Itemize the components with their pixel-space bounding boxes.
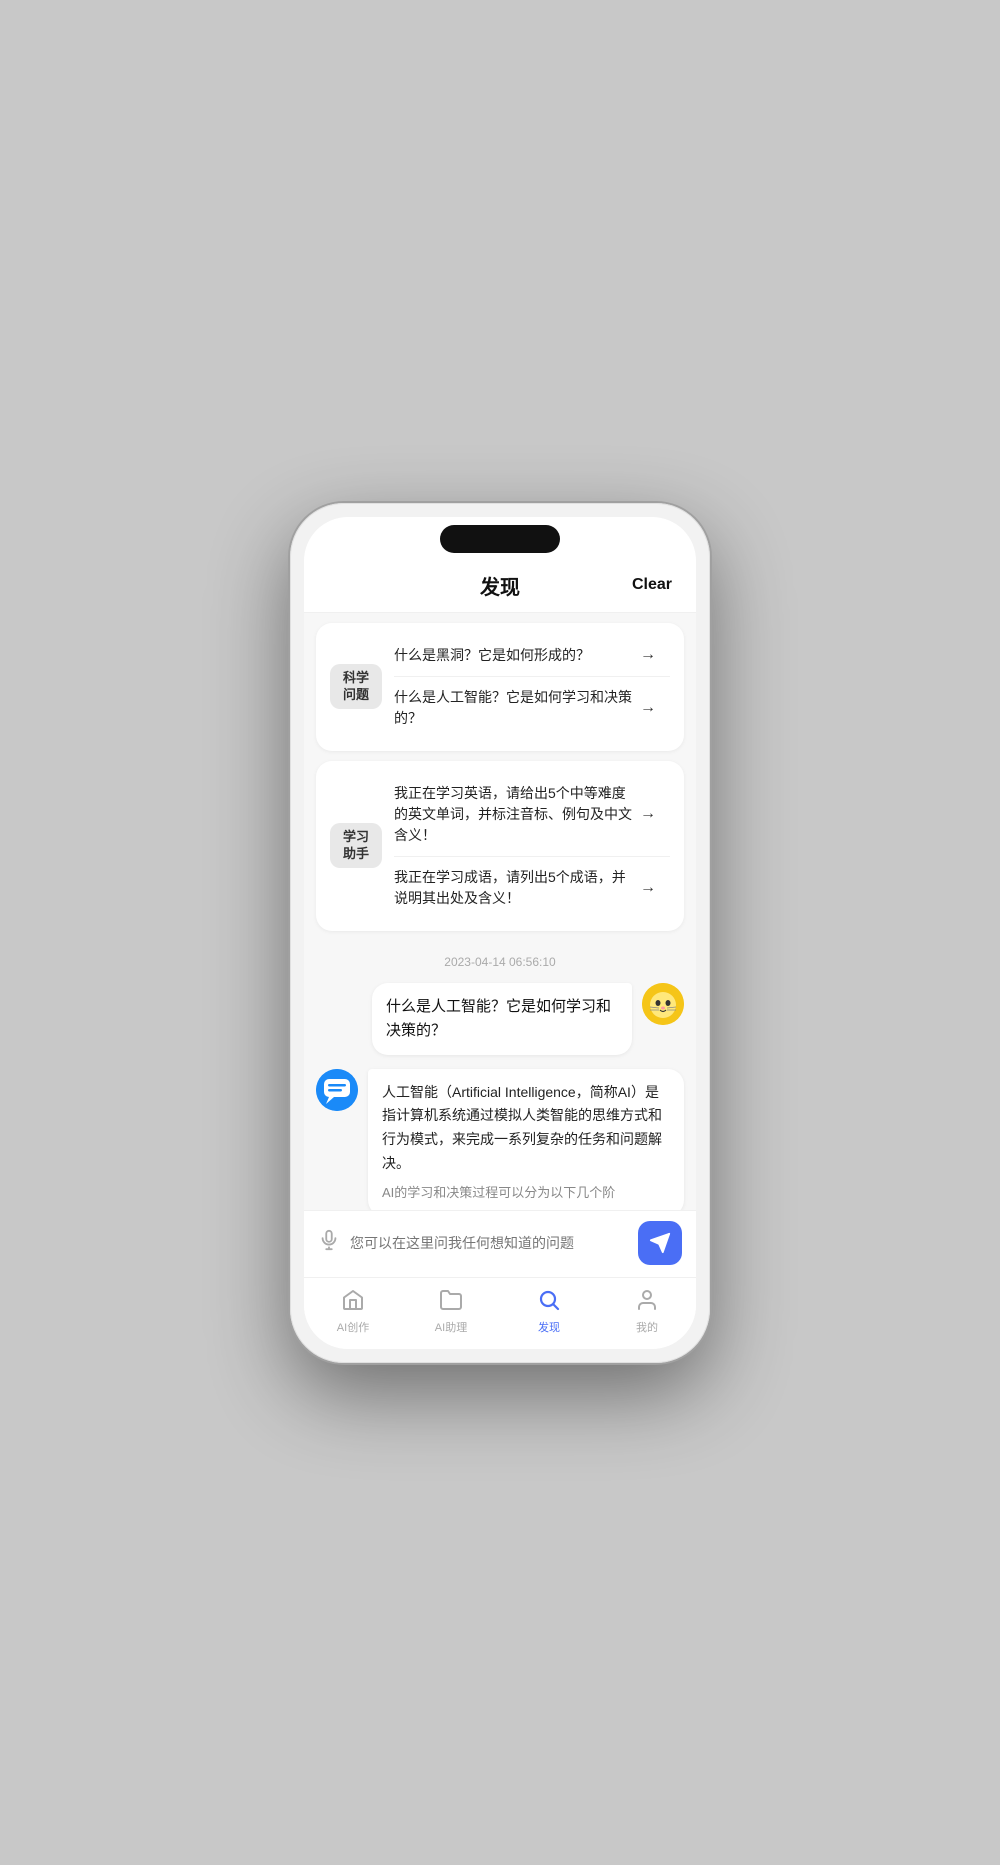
nav-item-mine[interactable]: 我的 [598,1284,696,1339]
arrow-icon: → [640,805,656,823]
home-icon [341,1288,365,1316]
nav-item-ai-create[interactable]: AI创作 [304,1284,402,1339]
content-area: 科学问题 什么是黑洞？它是如何形成的？ → 什么是人工智能？它是如何学习和决策的… [304,613,696,1210]
suggestion-card-science: 科学问题 什么是黑洞？它是如何形成的？ → 什么是人工智能？它是如何学习和决策的… [316,623,684,751]
phone-shell: 发现 Clear 科学问题 什么是黑洞？它是如何形成的？ → [290,503,710,1363]
nav-label-mine: 我的 [636,1319,658,1335]
input-area [304,1210,696,1277]
send-button[interactable] [638,1221,682,1265]
chat-input[interactable] [350,1235,628,1251]
nav-label-ai-create: AI创作 [337,1319,369,1335]
status-bar [304,517,696,561]
suggestion-card-learning: 学习助手 我正在学习英语，请给出5个中等难度的英文单词，并标注音标、例句及中文含… [316,761,684,931]
user-avatar [642,983,684,1025]
category-badge-science: 科学问题 [330,664,382,710]
suggestion-text: 什么是黑洞？它是如何形成的？ [394,645,640,666]
header: 发现 Clear [304,561,696,613]
suggestion-item[interactable]: 什么是黑洞？它是如何形成的？ → [394,635,670,677]
suggestion-item[interactable]: 什么是人工智能？它是如何学习和决策的？ → [394,677,670,739]
suggestion-text: 我正在学习成语，请列出5个成语，并说明其出处及含义！ [394,867,640,909]
nav-item-ai-assistant[interactable]: AI助理 [402,1284,500,1339]
ai-message: 人工智能（Artificial Intelligence，简称AI）是指计算机系… [316,1069,684,1210]
chat-area: 什么是人工智能？它是如何学习和决策的？ [304,979,696,1210]
nav-item-discover[interactable]: 发现 [500,1284,598,1339]
suggestion-item[interactable]: 我正在学习英语，请给出5个中等难度的英文单词，并标注音标、例句及中文含义！ → [394,773,670,857]
bottom-nav: AI创作 AI助理 发现 [304,1277,696,1349]
person-icon [635,1288,659,1316]
search-icon [537,1288,561,1316]
phone-screen: 发现 Clear 科学问题 什么是黑洞？它是如何形成的？ → [304,517,696,1349]
suggestion-text: 我正在学习英语，请给出5个中等难度的英文单词，并标注音标、例句及中文含义！ [394,783,640,846]
mic-icon[interactable] [318,1229,340,1257]
ai-avatar [316,1069,358,1111]
suggestion-item[interactable]: 我正在学习成语，请列出5个成语，并说明其出处及含义！ → [394,857,670,919]
arrow-icon: → [640,699,656,717]
suggestion-text: 什么是人工智能？它是如何学习和决策的？ [394,687,640,729]
user-bubble: 什么是人工智能？它是如何学习和决策的？ [372,983,632,1055]
folder-icon [439,1288,463,1316]
nav-label-discover: 发现 [538,1319,560,1335]
timestamp: 2023-04-14 06:56:10 [304,941,696,979]
page-title: 发现 [480,571,520,600]
notch [440,525,560,553]
user-message: 什么是人工智能？它是如何学习和决策的？ [316,983,684,1055]
ai-bubble: 人工智能（Artificial Intelligence，简称AI）是指计算机系… [368,1069,684,1210]
arrow-icon: → [640,646,656,664]
arrow-icon: → [640,879,656,897]
category-badge-learning: 学习助手 [330,823,382,869]
clear-button[interactable]: Clear [632,576,672,594]
nav-label-ai-assistant: AI助理 [435,1319,467,1335]
